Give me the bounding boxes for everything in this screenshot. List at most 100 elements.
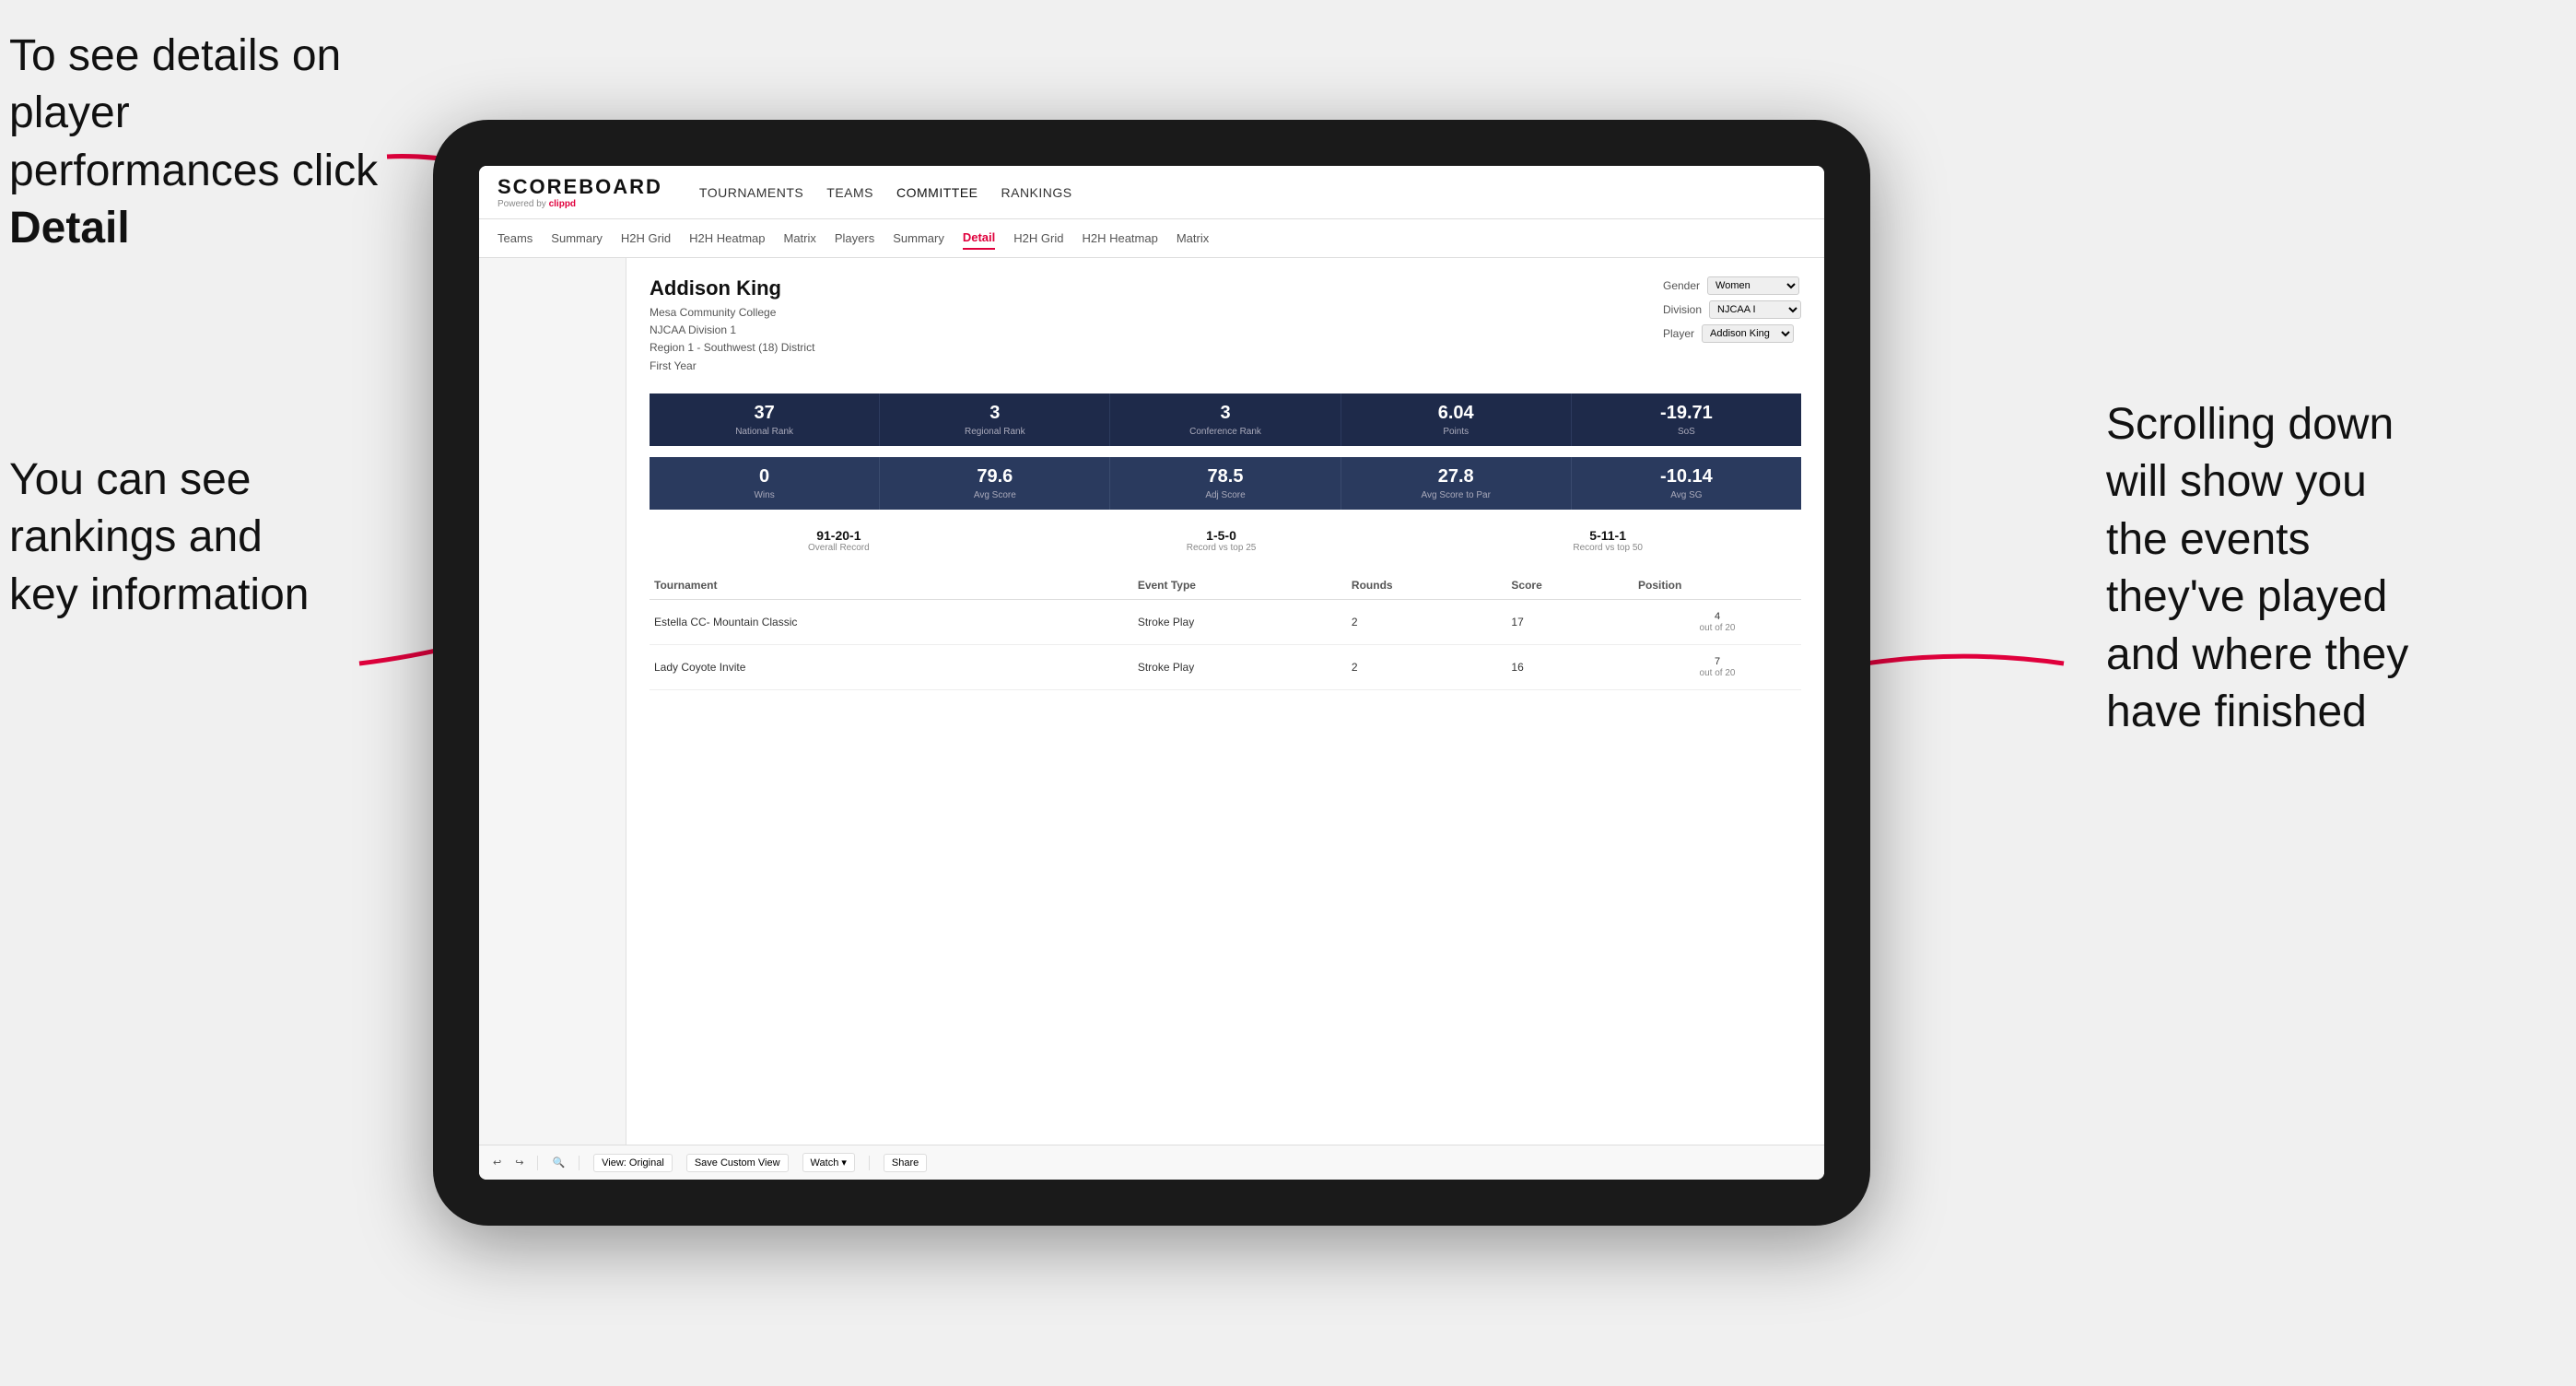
tablet-screen: SCOREBOARD Powered by clippd TOURNAMENTS… [479, 166, 1824, 1180]
stats-row-1: 37 National Rank 3 Regional Rank 3 Confe… [650, 393, 1801, 446]
logo-powered: Powered by clippd [498, 199, 662, 209]
stat-wins: 0 Wins [650, 457, 880, 510]
brand-name: clippd [549, 199, 576, 209]
nav-teams[interactable]: TEAMS [826, 185, 873, 200]
col-position: Position [1633, 571, 1801, 600]
stat-avg-score: 79.6 Avg Score [880, 457, 1110, 510]
record-top50: 5-11-1 Record vs top 50 [1573, 528, 1643, 553]
player-name: Addison King [650, 276, 814, 300]
division-select[interactable]: NJCAA I NJCAA II [1709, 300, 1801, 319]
annotation-right-line4: they've played [2106, 572, 2387, 621]
annotation-bottom-left: You can see rankings and key information [9, 452, 359, 624]
stat-points: 6.04 Points [1341, 393, 1572, 446]
toolbar-share[interactable]: Share [884, 1154, 927, 1172]
stat-sos-label: SoS [1576, 427, 1797, 437]
stat-avg-sg-value: -10.14 [1576, 466, 1797, 487]
stats-row-2: 0 Wins 79.6 Avg Score 78.5 Adj Score 27.… [650, 457, 1801, 510]
sub-nav-summary2[interactable]: Summary [893, 228, 944, 249]
stat-regional-rank-value: 3 [884, 403, 1105, 424]
gender-filter-row: Gender Women Men [1663, 276, 1801, 295]
player-filters: Gender Women Men Division NJCAA I NJCAA … [1663, 276, 1801, 343]
records-row: 91-20-1 Overall Record 1-5-0 Record vs t… [650, 528, 1801, 553]
col-tournament: Tournament [650, 571, 1133, 600]
row1-score: 17 [1506, 599, 1633, 644]
record-overall: 91-20-1 Overall Record [808, 528, 870, 553]
player-year: First Year [650, 358, 814, 375]
sub-nav-players[interactable]: Players [835, 228, 874, 249]
annotation-bottom-line2: rankings and [9, 512, 263, 561]
stat-adj-score-value: 78.5 [1115, 466, 1335, 487]
stat-avg-sg-label: Avg SG [1576, 490, 1797, 500]
col-score: Score [1506, 571, 1633, 600]
stat-conference-rank-label: Conference Rank [1115, 427, 1335, 437]
col-event-type: Event Type [1133, 571, 1347, 600]
stat-conference-rank: 3 Conference Rank [1110, 393, 1341, 446]
sub-nav-h2h-grid[interactable]: H2H Grid [621, 228, 671, 249]
player-info: Addison King Mesa Community College NJCA… [650, 276, 814, 375]
annotation-right-line5: and where they [2106, 630, 2408, 679]
main-content: Addison King Mesa Community College NJCA… [626, 258, 1824, 1145]
row2-rounds: 2 [1347, 644, 1506, 689]
annotation-top-left-text: To see details on player performances cl… [9, 31, 378, 195]
sub-nav-matrix2[interactable]: Matrix [1177, 228, 1209, 249]
toolbar-save-custom-view[interactable]: Save Custom View [686, 1154, 789, 1172]
table-header-row: Tournament Event Type Rounds Score Posit… [650, 571, 1801, 600]
annotation-top-left: To see details on player performances cl… [9, 28, 396, 258]
top-nav: SCOREBOARD Powered by clippd TOURNAMENTS… [479, 166, 1824, 219]
annotation-right-line1: Scrolling down [2106, 400, 2394, 449]
row2-event-type: Stroke Play [1133, 644, 1347, 689]
stat-sos-value: -19.71 [1576, 403, 1797, 424]
stat-avg-score-par-label: Avg Score to Par [1346, 490, 1566, 500]
sub-nav-summary[interactable]: Summary [551, 228, 603, 249]
stat-wins-value: 0 [654, 466, 874, 487]
toolbar-undo-icon[interactable]: ↩ [493, 1157, 501, 1169]
record-top25-label: Record vs top 25 [1187, 543, 1257, 553]
nav-tournaments[interactable]: TOURNAMENTS [699, 185, 803, 200]
stat-points-label: Points [1346, 427, 1566, 437]
sub-nav-teams[interactable]: Teams [498, 228, 533, 249]
toolbar-view-original[interactable]: View: Original [593, 1154, 673, 1172]
gender-label: Gender [1663, 279, 1700, 292]
row2-tournament: Lady Coyote Invite [650, 644, 1133, 689]
stat-national-rank: 37 National Rank [650, 393, 880, 446]
toolbar-redo-icon[interactable]: ↪ [515, 1157, 523, 1169]
record-top25: 1-5-0 Record vs top 25 [1187, 528, 1257, 553]
toolbar-watch[interactable]: Watch ▾ [802, 1153, 855, 1172]
sub-nav-h2h-grid2[interactable]: H2H Grid [1013, 228, 1063, 249]
player-region: Region 1 - Southwest (18) District [650, 339, 814, 357]
col-rounds: Rounds [1347, 571, 1506, 600]
sub-nav: Teams Summary H2H Grid H2H Heatmap Matri… [479, 219, 1824, 258]
annotation-bottom-line3: key information [9, 570, 309, 619]
stat-wins-label: Wins [654, 490, 874, 500]
table-body: Estella CC- Mountain Classic Stroke Play… [650, 599, 1801, 689]
player-select[interactable]: Addison King [1702, 324, 1794, 343]
table-row: Lady Coyote Invite Stroke Play 2 16 7out… [650, 644, 1801, 689]
sidebar [479, 258, 626, 1145]
toolbar-separator-1 [537, 1156, 538, 1170]
player-filter-row: Player Addison King [1663, 324, 1801, 343]
row1-tournament: Estella CC- Mountain Classic [650, 599, 1133, 644]
stat-avg-score-par: 27.8 Avg Score to Par [1341, 457, 1572, 510]
toolbar-zoom-icon[interactable]: 🔍 [552, 1157, 565, 1169]
record-top25-value: 1-5-0 [1187, 528, 1257, 543]
tournament-table: Tournament Event Type Rounds Score Posit… [650, 571, 1801, 690]
gender-select[interactable]: Women Men [1707, 276, 1799, 295]
stat-adj-score: 78.5 Adj Score [1110, 457, 1341, 510]
stat-points-value: 6.04 [1346, 403, 1566, 424]
stat-avg-score-label: Avg Score [884, 490, 1105, 500]
nav-rankings[interactable]: RANKINGS [1001, 185, 1072, 200]
nav-committee[interactable]: COMMITTEE [896, 185, 978, 200]
sub-nav-h2h-heatmap[interactable]: H2H Heatmap [689, 228, 765, 249]
table-row: Estella CC- Mountain Classic Stroke Play… [650, 599, 1801, 644]
annotation-detail-bold: Detail [9, 204, 130, 253]
annotation-right-line3: the events [2106, 515, 2310, 564]
record-overall-label: Overall Record [808, 543, 870, 553]
sub-nav-matrix[interactable]: Matrix [783, 228, 815, 249]
sub-nav-h2h-heatmap2[interactable]: H2H Heatmap [1082, 228, 1157, 249]
division-filter-row: Division NJCAA I NJCAA II [1663, 300, 1801, 319]
sub-nav-detail[interactable]: Detail [963, 227, 995, 250]
annotation-bottom-line1: You can see [9, 455, 251, 504]
table-header: Tournament Event Type Rounds Score Posit… [650, 571, 1801, 600]
logo-scoreboard: SCOREBOARD [498, 175, 662, 199]
player-label: Player [1663, 327, 1694, 340]
